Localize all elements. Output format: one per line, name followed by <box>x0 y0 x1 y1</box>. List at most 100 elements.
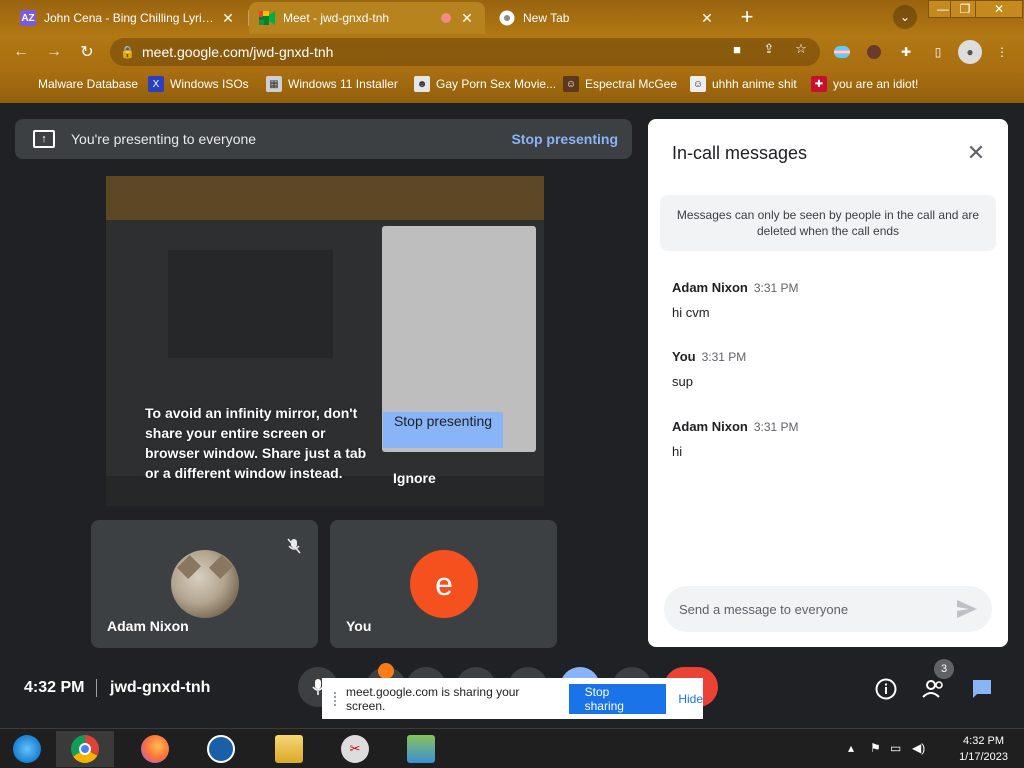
stop-presenting-link[interactable]: Stop presenting <box>511 131 618 147</box>
taskbar-clock[interactable]: 4:32 PM 1/17/2023 <box>959 733 1008 765</box>
close-tab-icon[interactable]: ✕ <box>459 10 475 27</box>
bookmark-espectral-mcgee[interactable]: ☺ Espectral McGee <box>563 74 677 94</box>
chat-icon[interactable] <box>968 675 996 703</box>
message-placeholder: Send a message to everyone <box>679 601 849 617</box>
participant-tile-adam[interactable]: Adam Nixon <box>91 520 318 648</box>
side-panel-icon[interactable]: ▯ <box>928 42 948 62</box>
mic-off-icon <box>282 534 306 558</box>
chat-message: Adam Nixon 3:31 PM hi <box>672 418 799 459</box>
clock-date: 1/17/2023 <box>959 751 1008 763</box>
preview-browser-chrome <box>106 176 544 220</box>
participant-tile-you[interactable]: e You <box>330 520 557 648</box>
avatar-extension-icon[interactable] <box>864 42 884 62</box>
bookmark-windows-11-installer[interactable]: ▦ Windows 11 Installer <box>266 74 398 94</box>
close-window-button[interactable]: ✕ <box>975 0 1023 18</box>
info-icon[interactable] <box>872 675 900 703</box>
divider <box>96 679 97 697</box>
browser-chrome: AZ John Cena - Bing Chilling Lyrics | ✕ … <box>0 0 1024 103</box>
taskbar-snipping-tool[interactable]: ✂ <box>326 731 384 767</box>
new-tab-plus-icon[interactable]: + <box>735 5 759 29</box>
tab-meet[interactable]: Meet - jwd-gnxd-tnh ✕ <box>249 2 485 34</box>
flag-icon[interactable]: ⚑ <box>870 741 881 755</box>
recording-dot-icon <box>439 10 453 26</box>
avatar: e <box>410 550 478 618</box>
browser-toolbar: ← → ↻ 🔒 meet.google.com/jwd-gnxd-tnh ■ ⇪… <box>0 34 1024 70</box>
message-input[interactable]: Send a message to everyone <box>664 586 992 632</box>
folder-icon <box>275 735 303 763</box>
bookmark-windows-isos[interactable]: X Windows ISOs <box>148 74 249 94</box>
menu-kebab-icon[interactable]: ⋮ <box>992 42 1012 62</box>
present-screen-icon: ↑ <box>33 130 55 148</box>
bookmark-movie[interactable]: ☻ Gay Porn Sex Movie... <box>414 74 556 94</box>
close-tab-icon[interactable]: ✕ <box>699 10 715 27</box>
clock-time: 4:32 PM <box>963 735 1005 747</box>
forward-arrow-icon[interactable]: → <box>42 40 66 64</box>
camera-icon[interactable]: ■ <box>728 40 746 58</box>
chat-message: You 3:31 PM sup <box>672 348 746 389</box>
screen-sharing-banner: meet.google.com is sharing your screen. … <box>322 678 703 719</box>
character-icon: ☺ <box>563 76 579 92</box>
send-icon[interactable] <box>956 598 978 620</box>
bookmark-star-icon[interactable]: ☆ <box>792 40 810 58</box>
trans-flag-extension-icon[interactable] <box>832 42 852 62</box>
bookmark-malware-database[interactable]: Malware Database <box>14 74 138 94</box>
drag-handle-icon[interactable] <box>334 691 336 706</box>
chat-notice: Messages can only be seen by people in t… <box>660 195 996 251</box>
close-tab-icon[interactable]: ✕ <box>220 10 236 27</box>
presenting-text: You're presenting to everyone <box>71 131 257 147</box>
anime-face-icon: ☺ <box>690 76 706 92</box>
profile-icon[interactable]: ● <box>958 40 982 64</box>
taskbar-app-6[interactable] <box>392 731 450 767</box>
cat-ear-left <box>176 554 202 580</box>
sharing-text: meet.google.com is sharing your screen. <box>346 684 520 713</box>
warning-badge <box>378 663 394 679</box>
tab-title: John Cena - Bing Chilling Lyrics | <box>44 11 214 25</box>
cat-ear-right <box>208 554 234 580</box>
volume-icon[interactable]: ◀) <box>912 741 925 755</box>
tab-new-tab[interactable]: New Tab ✕ <box>489 2 725 34</box>
taskbar-firefox[interactable] <box>126 731 184 767</box>
network-icon[interactable]: ▭ <box>890 741 901 755</box>
tab-title: Meet - jwd-gnxd-tnh <box>283 11 390 25</box>
message-time: 3:31 PM <box>753 420 799 434</box>
lock-icon: 🔒 <box>120 45 135 59</box>
avatar <box>171 550 239 618</box>
taskbar-app-3[interactable] <box>192 731 250 767</box>
panel-title: In-call messages <box>672 143 808 163</box>
windows-taskbar: ✂ ▴ ⚑ ▭ ◀) 4:32 PM 1/17/2023 <box>0 728 1024 768</box>
meeting-code: jwd-gnxd-tnh <box>110 679 211 696</box>
mirror-ignore-button[interactable]: Ignore <box>393 470 436 486</box>
chrome-icon <box>71 735 99 763</box>
obama-logo-icon <box>207 735 235 763</box>
taskbar-explorer[interactable] <box>260 731 318 767</box>
people-icon[interactable] <box>920 675 948 703</box>
message-text: hi cvm <box>672 305 710 320</box>
bookmark-anime[interactable]: ☺ uhhh anime shit <box>690 74 797 94</box>
chrome-icon <box>499 10 515 26</box>
address-bar[interactable]: 🔒 meet.google.com/jwd-gnxd-tnh <box>110 38 820 66</box>
tray-chevron-icon[interactable]: ▴ <box>848 741 854 755</box>
firefox-icon <box>141 735 169 763</box>
close-icon[interactable]: ✕ <box>962 139 990 167</box>
message-text: hi <box>672 444 683 459</box>
start-button[interactable] <box>0 731 54 767</box>
in-call-messages-panel: In-call messages ✕ Messages can only be … <box>648 119 1008 647</box>
message-text: sup <box>672 374 693 389</box>
taskbar-chrome[interactable] <box>56 731 114 767</box>
reload-icon[interactable]: ↻ <box>75 40 99 64</box>
tab-strip: AZ John Cena - Bing Chilling Lyrics | ✕ … <box>0 0 1024 34</box>
participant-name: You <box>346 618 372 634</box>
tab-title: New Tab <box>523 11 570 25</box>
extensions-puzzle-icon[interactable]: ✚ <box>896 42 916 62</box>
hide-button[interactable]: Hide <box>678 692 703 706</box>
image-icon: ▦ <box>266 76 282 92</box>
mirror-stop-presenting-button[interactable]: Stop presenting <box>383 412 503 448</box>
uk-flag-icon: ✚ <box>811 76 827 92</box>
infinity-mirror-warning: To avoid an infinity mirror, don't share… <box>145 405 367 481</box>
share-icon[interactable]: ⇪ <box>760 40 778 58</box>
bookmark-you-are-an-idiot[interactable]: ✚ you are an idiot! <box>811 74 918 94</box>
tab-search-chevron-icon[interactable]: ⌄ <box>893 5 917 29</box>
back-arrow-icon[interactable]: ← <box>9 40 33 64</box>
tab-bing-chilling[interactable]: AZ John Cena - Bing Chilling Lyrics | ✕ <box>10 2 246 34</box>
stop-sharing-button[interactable]: Stop sharing <box>568 683 667 714</box>
